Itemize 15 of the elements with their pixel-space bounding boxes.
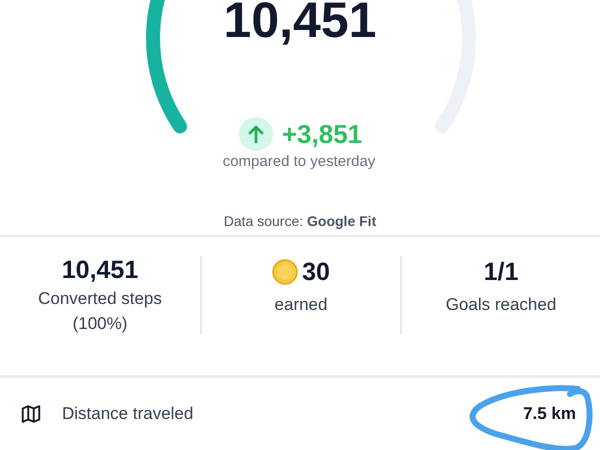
stat-value: 1/1 [484, 257, 518, 288]
map-icon [20, 403, 42, 425]
distance-label: Distance traveled [62, 403, 194, 426]
data-source-text: Data source: Google Fit [224, 212, 376, 231]
step-change: +3,851 [282, 121, 362, 147]
stat-label: Goals reached [444, 294, 558, 316]
arrow-up-icon [238, 116, 274, 152]
distance-value: 7.5 km [523, 403, 576, 426]
coin-icon [272, 259, 298, 285]
change-caption: compared to yesterday [222, 154, 376, 169]
stat-value: 10,451 [62, 255, 138, 286]
stat-label: Converted steps (100%) [37, 288, 163, 335]
stat-label: earned [274, 294, 328, 316]
step-count: 10,451 [224, 0, 376, 45]
stat-value: 30 [302, 257, 330, 288]
